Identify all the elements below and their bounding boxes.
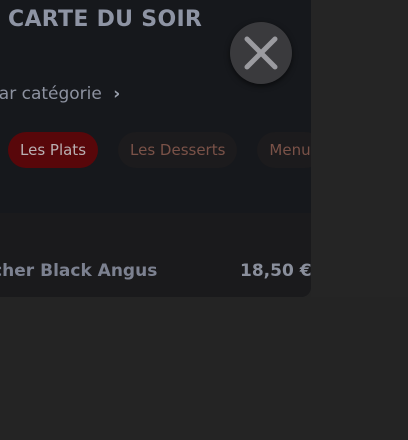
chip-les-plats[interactable]: Les Plats [8, 132, 99, 168]
menu-sheet: CARTE DU SOIR par catégorie › Les Plats … [0, 0, 311, 297]
close-icon [244, 36, 278, 70]
backdrop-bottom [0, 297, 408, 440]
chip-les-desserts[interactable]: Les Desserts [118, 132, 238, 168]
close-button[interactable] [230, 22, 292, 84]
category-chips: Les Plats Les Desserts Menu [8, 132, 311, 168]
backdrop-right [311, 0, 408, 297]
category-link-label: par catégorie [0, 84, 102, 104]
screen: CARTE DU SOIR par catégorie › Les Plats … [0, 0, 408, 440]
category-link[interactable]: par catégorie › [0, 84, 120, 104]
menu-item-list: ucher Black Angus 18,50 € [0, 213, 311, 297]
item-price: 18,50 € [240, 261, 311, 281]
item-name: ucher Black Angus [0, 261, 158, 281]
chevron-right-icon: › [113, 84, 121, 104]
menu-title: CARTE DU SOIR [8, 7, 203, 32]
chip-menu[interactable]: Menu [257, 132, 311, 168]
menu-header: CARTE DU SOIR par catégorie › Les Plats … [0, 0, 311, 213]
